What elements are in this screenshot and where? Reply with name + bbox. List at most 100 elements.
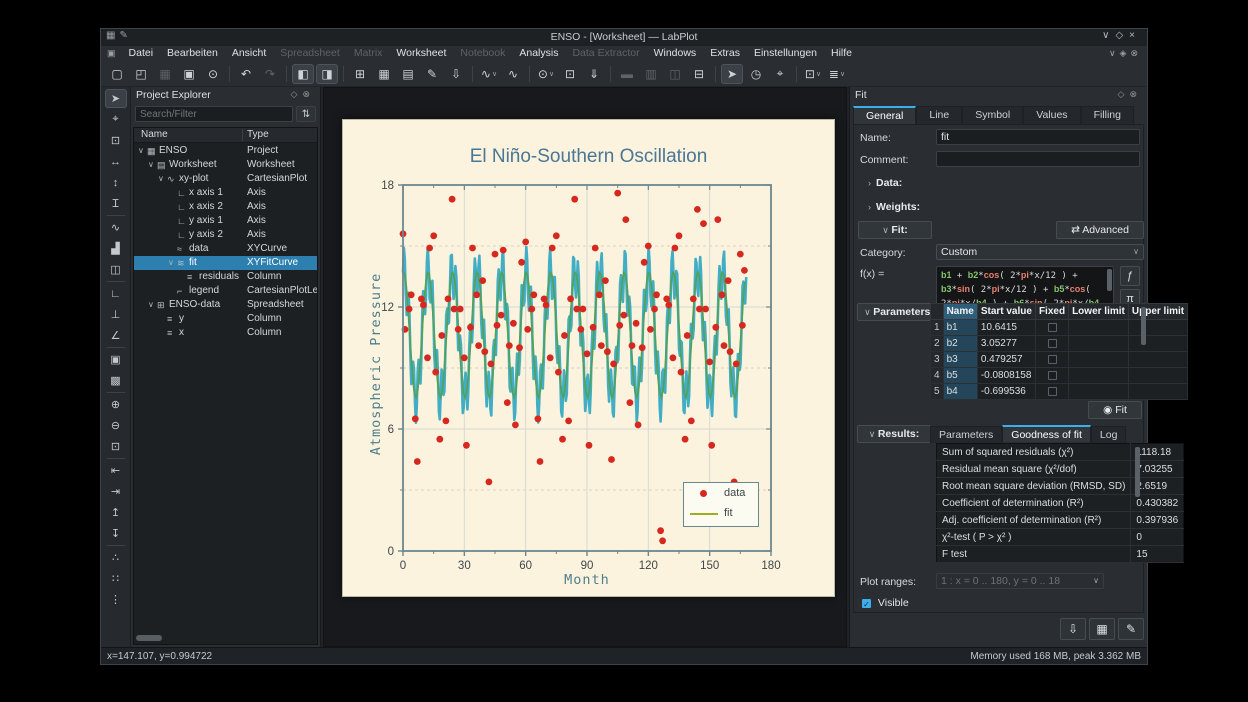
results-tab-goodness-of-fit[interactable]: Goodness of fit	[1002, 425, 1091, 442]
shift-right-x-button[interactable]: ⇥	[105, 482, 127, 501]
name-field[interactable]	[936, 129, 1140, 145]
select-mouse-mode-button[interactable]: ➤	[105, 89, 127, 108]
zoom-select-region-button[interactable]: ⌖	[769, 64, 791, 84]
tree-item-legend[interactable]: ⌐ legend CartesianPlotLegen	[134, 284, 317, 298]
titlebar[interactable]: ▦✎ ENSO - [Worksheet] — LabPlot ∨◇×	[101, 29, 1147, 46]
layout-grid-button[interactable]: ◫	[664, 64, 686, 84]
add-text-label-button[interactable]: ▣	[105, 350, 127, 369]
project-tree-view[interactable]: Name Type ∨ ▦ ENSO Project ∨ ▤ Worksheet…	[133, 127, 318, 645]
add-axis-left-button[interactable]: ∟	[105, 284, 127, 303]
parameter-row-b4[interactable]: 5b4-0.699536	[931, 384, 1188, 400]
zoom-mode-button[interactable]: ⊙∨	[535, 64, 557, 84]
tree-item-y-axis-2[interactable]: ∟ y axis 2 Axis	[134, 228, 317, 242]
plot-legend[interactable]: datafit	[683, 482, 759, 527]
menu-einstellungen[interactable]: Einstellungen	[747, 46, 824, 61]
parameters-section-toggle[interactable]: ∨ Parameters:	[857, 303, 941, 321]
template-load-button[interactable]: ⇩	[1060, 618, 1086, 640]
fixed-checkbox[interactable]	[1048, 339, 1057, 348]
print-button[interactable]: ▣	[178, 64, 200, 84]
goodness-of-fit-table[interactable]: Sum of squared residuals (χ²)1118.18Resi…	[936, 443, 1184, 563]
parameter-row-b3[interactable]: 3b30.479257	[931, 352, 1188, 368]
template-save-button[interactable]: ▦	[1089, 618, 1115, 640]
crosshair-cursor-button[interactable]: ◷	[745, 64, 767, 84]
menu-extras[interactable]: Extras	[703, 46, 747, 61]
x-axis-label[interactable]: Month	[403, 572, 771, 588]
formula-scrollbar[interactable]	[1107, 269, 1112, 291]
minimize-button[interactable]: ∨	[1102, 30, 1115, 41]
parameters-scrollbar[interactable]	[1141, 307, 1146, 345]
tree-item-xy-plot[interactable]: ∨ ∿ xy-plot CartesianPlot	[134, 172, 317, 186]
menu-windows[interactable]: Windows	[647, 46, 704, 61]
menu-datei[interactable]: Datei	[122, 46, 161, 61]
add-axis-bottom-button[interactable]: ⊥	[105, 305, 127, 324]
template-edit-button[interactable]: ✎	[1118, 618, 1144, 640]
weights-section-toggle[interactable]: ›Weights:	[868, 201, 920, 213]
new-spreadsheet-button[interactable]: ⊞	[349, 64, 371, 84]
menu-worksheet[interactable]: Worksheet	[389, 46, 453, 61]
column-header-name[interactable]: Name	[141, 129, 168, 140]
horizontal-scrollbar[interactable]	[136, 635, 162, 641]
parameter-row-b5[interactable]: 4b5-0.0808158	[931, 368, 1188, 384]
visible-checkbox-row[interactable]: ✓ Visible	[862, 597, 909, 609]
add-xy-curve-button[interactable]: ∿	[105, 218, 127, 237]
menu-ansicht[interactable]: Ansicht	[225, 46, 273, 61]
data-section-toggle[interactable]: ›Data:	[868, 177, 902, 189]
tab-values[interactable]: Values	[1023, 106, 1080, 124]
scale-auto-y-button[interactable]: ⋮	[105, 590, 127, 609]
fixed-checkbox[interactable]	[1048, 323, 1057, 332]
fixed-checkbox[interactable]	[1048, 371, 1057, 380]
column-header-type[interactable]: Type	[247, 129, 269, 140]
maximize-button[interactable]: ◇	[1115, 30, 1129, 41]
comment-field[interactable]	[936, 151, 1140, 167]
plot-canvas[interactable]: 0306090120150180061218	[343, 120, 836, 598]
tree-item-x-axis-1[interactable]: ∟ x axis 1 Axis	[134, 186, 317, 200]
add-curve-button[interactable]: ∿	[502, 64, 524, 84]
toggle-properties-explorer-button[interactable]: ◨	[316, 64, 338, 84]
add-boxplot-button[interactable]: ◫	[105, 260, 127, 279]
zoom-y-select-mode-button[interactable]: ↕	[105, 173, 127, 192]
presenter-mode-button[interactable]: ≣∨	[826, 64, 848, 84]
parameter-row-b1[interactable]: 1b110.6415	[931, 320, 1188, 336]
shift-down-y-button[interactable]: ↧	[105, 524, 127, 543]
results-scrollbar[interactable]	[1135, 447, 1140, 497]
visible-checkbox[interactable]: ✓	[862, 599, 871, 608]
dock-float-icon[interactable]: ◇	[291, 89, 303, 99]
zoom-fit-button[interactable]: ⊡	[105, 437, 127, 456]
zoom-select-mode-button[interactable]: ⊡	[105, 131, 127, 150]
save-project-button[interactable]: ▦	[154, 64, 176, 84]
magnification-button[interactable]: ⊡∨	[802, 64, 824, 84]
close-button[interactable]: ×	[1129, 30, 1141, 41]
add-image-button[interactable]: ▩	[105, 371, 127, 390]
menu-hilfe[interactable]: Hilfe	[824, 46, 859, 61]
new-worksheet-button[interactable]: ▤	[397, 64, 419, 84]
advanced-button[interactable]: ⇄ Advanced	[1056, 221, 1144, 239]
new-plot-button[interactable]: ∿∨	[478, 64, 500, 84]
zoom-in-button[interactable]: ⊕	[105, 395, 127, 414]
shift-up-y-button[interactable]: ↥	[105, 503, 127, 522]
cursor-mode-button[interactable]: Ɪ	[105, 194, 127, 213]
tree-item-y-axis-1[interactable]: ∟ y axis 1 Axis	[134, 214, 317, 228]
new-project-button[interactable]: ▢	[106, 64, 128, 84]
fixed-checkbox[interactable]	[1048, 355, 1057, 364]
mdi-control-2[interactable]: ⊗	[1130, 48, 1142, 58]
worksheet-page[interactable]: El Niño-Southern Oscillation 03060901201…	[342, 119, 835, 597]
fit-dock-close-icon[interactable]: ⊗	[1129, 89, 1142, 99]
print-preview-button[interactable]: ⊙	[202, 64, 224, 84]
fixed-checkbox[interactable]	[1048, 387, 1057, 396]
tree-item-x[interactable]: ≡ x Column	[134, 326, 317, 340]
scale-auto-button[interactable]: ∴	[105, 548, 127, 567]
undo-button[interactable]: ↶	[235, 64, 257, 84]
parameter-row-b2[interactable]: 2b23.05277	[931, 336, 1188, 352]
category-select[interactable]: Custom∨	[936, 244, 1144, 260]
tab-line[interactable]: Line	[916, 106, 962, 124]
import-data-button[interactable]: ⇩	[445, 64, 467, 84]
redo-button[interactable]: ↷	[259, 64, 281, 84]
fit-section-toggle[interactable]: ∨ Fit:	[858, 221, 932, 239]
layout-horizontal-button[interactable]: ▥	[640, 64, 662, 84]
menu-bearbeiten[interactable]: Bearbeiten	[160, 46, 225, 61]
new-matrix-button[interactable]: ▦	[373, 64, 395, 84]
scale-auto-x-button[interactable]: ∷	[105, 569, 127, 588]
mdi-control-1[interactable]: ◈	[1120, 48, 1131, 58]
add-histogram-button[interactable]: ▟	[105, 239, 127, 258]
open-project-button[interactable]: ◰	[130, 64, 152, 84]
